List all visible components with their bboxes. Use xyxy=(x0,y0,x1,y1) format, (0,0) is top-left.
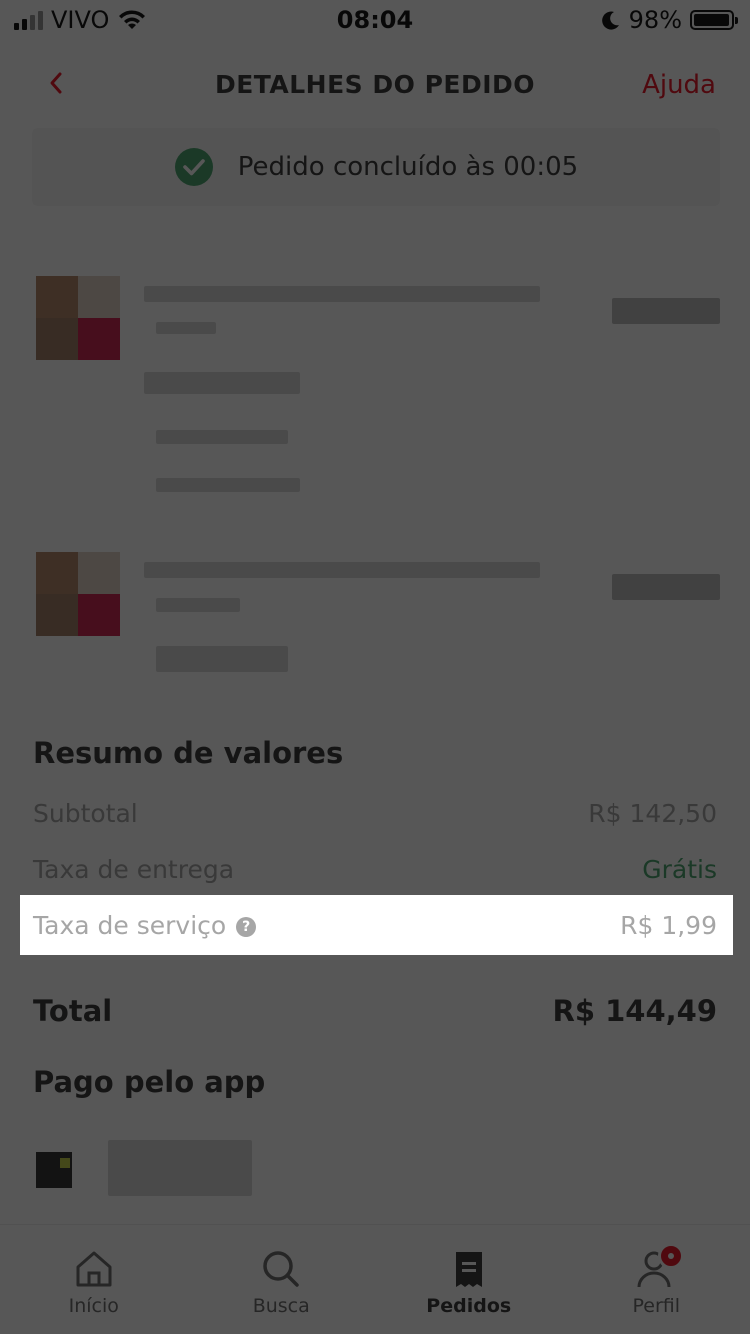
help-link[interactable]: Ajuda xyxy=(642,70,716,100)
battery-icon xyxy=(690,10,738,30)
nav-label: Pedidos xyxy=(426,1294,512,1317)
service-fee-value: R$ 1,99 xyxy=(620,910,717,940)
nav-item-busca[interactable]: Busca xyxy=(188,1225,376,1334)
search-icon xyxy=(263,1250,299,1287)
bottom-nav: Início Busca Pedidos Perfil xyxy=(0,1224,750,1334)
nav-item-pedidos[interactable]: Pedidos xyxy=(375,1225,563,1334)
service-fee-label: Taxa de serviço xyxy=(33,910,227,940)
nav-item-inicio[interactable]: Início xyxy=(0,1225,188,1334)
page-title: DETALHES DO PEDIDO xyxy=(214,70,536,99)
payment-method-redacted xyxy=(108,1140,252,1196)
item-image xyxy=(36,276,120,360)
notification-badge xyxy=(658,1242,685,1269)
help-circle-icon[interactable]: ? xyxy=(236,916,257,937)
order-details-screen: VIVO 08:04 98% DETALHES DO PEDIDO Ajuda xyxy=(0,0,750,1334)
subtotal-label: Subtotal xyxy=(33,798,138,828)
service-fee-highlight: Taxa de serviço? R$ 1,99 xyxy=(20,895,733,955)
nav-item-perfil[interactable]: Perfil xyxy=(563,1225,750,1334)
payment-title: Pago pelo app xyxy=(33,1065,266,1099)
delivery-fee-value: Grátis xyxy=(642,854,717,884)
item-price-redacted xyxy=(612,574,720,600)
battery-percent: 98% xyxy=(628,6,682,34)
subtotal-value: R$ 142,50 xyxy=(588,798,717,828)
receipt-icon xyxy=(455,1251,482,1287)
nav-label: Início xyxy=(68,1294,119,1317)
item-name-redacted xyxy=(144,286,540,302)
nav-label: Perfil xyxy=(632,1294,681,1317)
order-status-banner: Pedido concluído às 00:05 xyxy=(32,128,720,206)
total-value: R$ 144,49 xyxy=(552,994,717,1028)
nav-label: Busca xyxy=(252,1294,310,1317)
item-price-redacted xyxy=(612,298,720,324)
summary-title: Resumo de valores xyxy=(33,736,344,770)
total-row: Total R$ 144,49 xyxy=(33,994,717,1028)
order-status-text: Pedido concluído às 00:05 xyxy=(237,152,579,182)
item-name-redacted xyxy=(144,562,540,578)
home-icon xyxy=(76,1251,112,1286)
check-circle-icon xyxy=(174,148,213,186)
header: DETALHES DO PEDIDO Ajuda xyxy=(0,52,750,118)
card-icon xyxy=(36,1152,72,1188)
moon-icon xyxy=(601,11,619,30)
delivery-fee-label: Taxa de entrega xyxy=(33,854,235,884)
service-fee-row: Taxa de serviço? R$ 1,99 xyxy=(33,905,717,945)
subtotal-row: Subtotal R$ 142,50 xyxy=(33,793,717,833)
item-image xyxy=(36,552,120,636)
delivery-fee-row: Taxa de entrega Grátis xyxy=(33,849,717,889)
total-label: Total xyxy=(33,994,113,1028)
status-bar: VIVO 08:04 98% xyxy=(0,0,750,40)
